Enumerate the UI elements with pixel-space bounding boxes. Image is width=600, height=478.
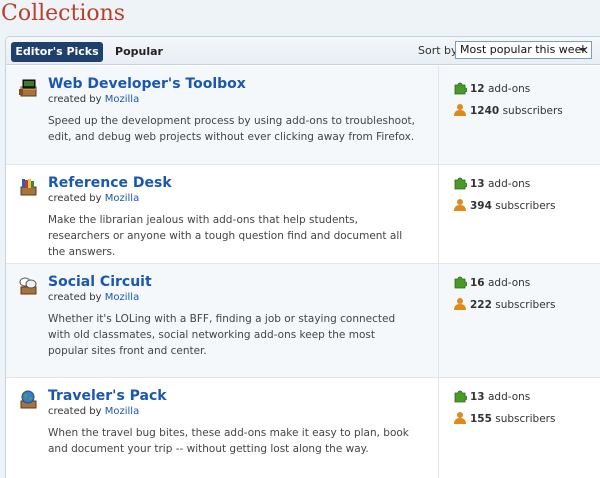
addons-label: add-ons xyxy=(487,178,531,190)
collection-title[interactable]: Social Circuit xyxy=(48,273,152,291)
puzzle-piece-icon xyxy=(453,81,468,95)
created-by: created by Mozilla xyxy=(48,94,139,106)
collection-stats: 13 add-ons 394 subscribers xyxy=(438,165,555,263)
collection-description: When the travel bug bites, these add-ons… xyxy=(48,427,409,455)
collections-panel: Editor's Picks Popular Sort by Most popu… xyxy=(5,36,600,478)
created-by-prefix: created by xyxy=(48,292,102,303)
addons-count: 13 xyxy=(470,391,485,403)
addons-label: add-ons xyxy=(487,277,531,289)
author-link[interactable]: Mozilla xyxy=(105,94,139,105)
created-by: created by Mozilla xyxy=(48,292,139,304)
person-icon xyxy=(453,103,467,117)
subscribers-label: subscribers xyxy=(495,413,556,425)
toolbox-icon xyxy=(18,78,38,98)
collection-description: Make the librarian jealous with add-ons … xyxy=(48,214,403,258)
collection-title[interactable]: Reference Desk xyxy=(48,174,172,192)
author-link[interactable]: Mozilla xyxy=(105,406,139,417)
subscribers-count: 1240 xyxy=(470,105,500,117)
chevron-down-icon xyxy=(579,48,587,52)
tab-bar: Editor's Picks Popular Sort by Most popu… xyxy=(6,37,600,65)
collection-description: Speed up the development process by usin… xyxy=(48,115,415,143)
created-by-prefix: created by xyxy=(48,94,102,105)
globe-icon xyxy=(18,390,38,410)
subscribers-label: subscribers xyxy=(495,200,556,212)
collection-item: Reference Desk created by Mozilla Make t… xyxy=(6,165,600,264)
person-icon xyxy=(453,198,467,212)
sort-select[interactable]: Most popular this week xyxy=(455,41,592,59)
addons-label: add-ons xyxy=(487,83,531,95)
collection-title[interactable]: Traveler's Pack xyxy=(48,387,167,405)
subscribers-label: subscribers xyxy=(495,299,556,311)
author-link[interactable]: Mozilla xyxy=(105,193,139,204)
created-by-prefix: created by xyxy=(48,193,102,204)
puzzle-piece-icon xyxy=(453,275,468,289)
person-icon xyxy=(453,297,467,311)
tab-editors-picks[interactable]: Editor's Picks xyxy=(11,42,103,62)
subscribers-count: 155 xyxy=(470,413,492,425)
collection-description: Whether it's LOLing with a BFF, finding … xyxy=(48,313,396,357)
speech-bubbles-icon xyxy=(18,276,38,296)
author-link[interactable]: Mozilla xyxy=(105,292,139,303)
tab-popular[interactable]: Popular xyxy=(110,42,168,62)
addons-count: 16 xyxy=(470,277,485,289)
person-icon xyxy=(453,411,467,425)
collection-stats: 13 add-ons 155 subscribers xyxy=(438,378,555,478)
subscribers-count: 222 xyxy=(470,299,492,311)
addons-label: add-ons xyxy=(487,391,531,403)
addons-count: 12 xyxy=(470,83,485,95)
sort-by-label: Sort by xyxy=(418,44,458,57)
addons-count: 13 xyxy=(470,178,485,190)
subscribers-count: 394 xyxy=(470,200,492,212)
sort-selected-value: Most popular this week xyxy=(460,43,588,56)
collection-title[interactable]: Web Developer's Toolbox xyxy=(48,75,246,93)
puzzle-piece-icon xyxy=(453,176,468,190)
collection-stats: 16 add-ons 222 subscribers xyxy=(438,264,555,377)
created-by: created by Mozilla xyxy=(48,193,139,205)
books-icon xyxy=(18,177,38,197)
collection-item: Social Circuit created by Mozilla Whethe… xyxy=(6,264,600,378)
created-by-prefix: created by xyxy=(48,406,102,417)
collection-item: Web Developer's Toolbox created by Mozil… xyxy=(6,66,600,165)
collection-stats: 12 add-ons 1240 subscribers xyxy=(438,66,563,164)
page-title: Collections xyxy=(1,1,126,26)
puzzle-piece-icon xyxy=(453,389,468,403)
subscribers-label: subscribers xyxy=(502,105,563,117)
collection-item: Traveler's Pack created by Mozilla When … xyxy=(6,378,600,478)
created-by: created by Mozilla xyxy=(48,406,139,418)
